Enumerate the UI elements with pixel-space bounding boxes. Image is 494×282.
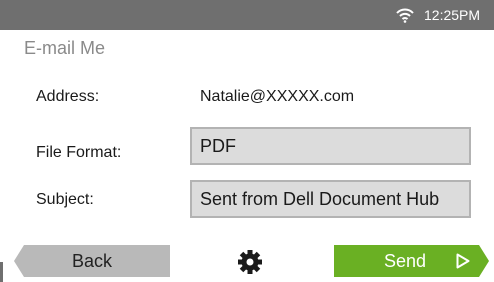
- gear-icon[interactable]: [237, 249, 263, 275]
- status-bar: 12:25PM: [0, 0, 494, 30]
- file-format-field[interactable]: PDF: [190, 127, 471, 165]
- address-label: Address:: [36, 88, 100, 105]
- page-title: E-mail Me: [24, 38, 106, 58]
- file-format-label: File Format:: [36, 144, 122, 161]
- subject-label: Subject:: [36, 191, 94, 208]
- wifi-icon: [396, 8, 414, 23]
- play-outline-icon: [456, 253, 470, 269]
- send-button-label: Send: [384, 251, 427, 271]
- status-time: 12:25PM: [424, 7, 481, 23]
- subject-field[interactable]: Sent from Dell Document Hub: [190, 180, 471, 218]
- edge-divider: [0, 262, 3, 282]
- back-button[interactable]: Back: [14, 245, 170, 277]
- address-value: Natalie@XXXXX.com: [200, 88, 355, 105]
- send-button[interactable]: Send: [334, 245, 489, 277]
- back-button-label: Back: [71, 251, 113, 271]
